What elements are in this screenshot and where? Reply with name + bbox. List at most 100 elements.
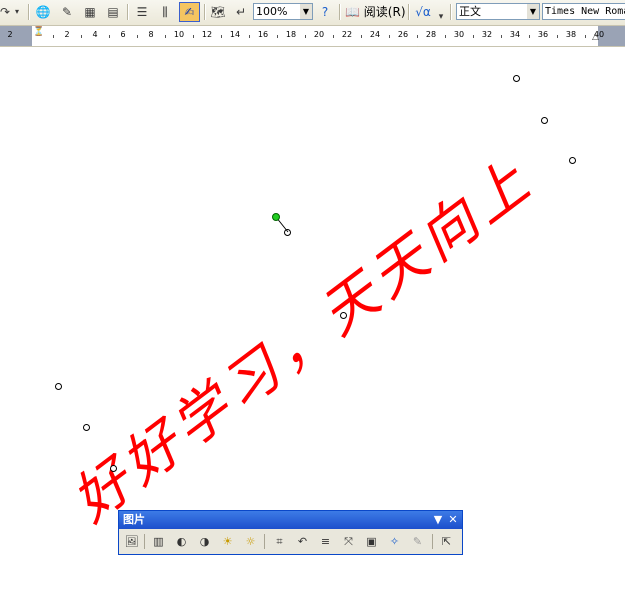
zoom-value: 100% — [256, 5, 288, 18]
horizontal-ruler[interactable]: 2 2 4 6 8 10 12 14 16 18 20 22 24 26 28 30 32 34 36 38 40 ⏳ … — [0, 26, 625, 47]
ruler-tick — [137, 35, 138, 38]
separator — [408, 4, 410, 20]
read-button[interactable]: 📖 阅读(R) — [345, 3, 406, 21]
insert-table-icon[interactable]: ▦ — [81, 3, 99, 21]
ruler-tick — [165, 35, 166, 38]
ruler-label: 10 — [173, 30, 185, 39]
ruler-tick — [193, 35, 194, 38]
ruler-tick — [221, 35, 222, 38]
separator — [204, 4, 206, 20]
help-icon[interactable]: ? — [316, 3, 334, 21]
ruler-tick — [585, 35, 586, 38]
separator — [127, 4, 129, 20]
font-combo[interactable]: Times New Roman — [542, 3, 625, 20]
rotate-left-icon[interactable]: ↶ — [294, 533, 311, 550]
ruler-tick — [501, 35, 502, 38]
color-icon[interactable]: ▥ — [150, 533, 167, 550]
toolbar-options-icon[interactable]: ▾ — [436, 8, 446, 26]
resize-handle[interactable] — [83, 424, 90, 431]
insert-picture-icon[interactable]: 🖼 — [123, 533, 140, 550]
style-value: 正文 — [459, 5, 481, 18]
ruler-tick — [473, 35, 474, 38]
ruler-tick — [389, 35, 390, 38]
ruler-label: 26 — [397, 30, 409, 39]
ruler-tick — [417, 35, 418, 38]
ruler-label: 34 — [509, 30, 521, 39]
chevron-down-icon[interactable]: ▼ — [300, 4, 312, 19]
resize-handle[interactable] — [340, 312, 347, 319]
ruler-label: 4 — [92, 30, 98, 39]
hyperlink-icon[interactable]: 🌐 — [34, 3, 52, 21]
reset-picture-icon[interactable]: ⇱ — [438, 533, 455, 550]
ruler-label: 30 — [453, 30, 465, 39]
line-style-icon[interactable]: ≡ — [317, 533, 334, 550]
set-transparent-color-icon[interactable]: ✎ — [409, 533, 426, 550]
separator — [264, 534, 265, 549]
format-picture-icon[interactable]: ✧ — [386, 533, 403, 550]
picture-toolbar: 图片 ▼ ✕ 🖼 ▥ ◐ ◑ ☀ ☼ ⌗ ↶ ≡ ⤧ ▣ ✧ ✎ ⇱ — [118, 510, 463, 555]
ruler-label: 8 — [148, 30, 154, 39]
ruler-label: 38 — [565, 30, 577, 39]
drawing-toggle-icon[interactable]: ✍ — [179, 2, 200, 22]
ruler-tick — [333, 35, 334, 38]
chevron-down-icon[interactable]: ▼ — [431, 511, 445, 529]
insert-excel-icon[interactable]: ▤ — [104, 3, 122, 21]
dropdown-arrow-icon[interactable]: ▾ — [12, 3, 22, 21]
ruler-label: 32 — [481, 30, 493, 39]
picture-toolbar-titlebar[interactable]: 图片 ▼ ✕ — [119, 511, 462, 529]
wordart-text[interactable]: 好好学习，天天向上 — [53, 137, 547, 538]
ruler-tick — [249, 35, 250, 38]
more-brightness-icon[interactable]: ☀ — [219, 533, 236, 550]
right-indent-icon[interactable]: △ — [592, 32, 599, 42]
ruler-label: 20 — [313, 30, 325, 39]
resize-handle[interactable] — [110, 465, 117, 472]
ruler-tick — [529, 35, 530, 38]
close-icon[interactable]: ✕ — [446, 511, 460, 529]
resize-handle[interactable] — [569, 157, 576, 164]
rotate-handle[interactable] — [272, 213, 280, 221]
resize-handle[interactable] — [541, 117, 548, 124]
separator — [144, 534, 145, 549]
style-combo[interactable]: 正文 ▼ — [456, 3, 540, 20]
resize-handle[interactable] — [55, 383, 62, 390]
ruler-tick — [557, 35, 558, 38]
less-brightness-icon[interactable]: ☼ — [242, 533, 259, 550]
show-hide-icon[interactable]: ↵ — [232, 3, 250, 21]
chevron-down-icon[interactable]: ▼ — [527, 4, 539, 19]
equation-icon[interactable]: √α — [412, 3, 434, 21]
zoom-combo[interactable]: 100% ▼ — [253, 3, 313, 20]
separator — [432, 534, 433, 549]
less-contrast-icon[interactable]: ◑ — [196, 533, 213, 550]
ruler-tick — [445, 35, 446, 38]
compress-pictures-icon[interactable]: ⤧ — [340, 533, 357, 550]
columns-icon[interactable]: ☰ — [133, 3, 151, 21]
font-value: Times New Roman — [545, 6, 625, 17]
crop-icon[interactable]: ⌗ — [271, 533, 288, 550]
ruler-tick — [53, 35, 54, 38]
read-icon: 📖 — [345, 5, 360, 19]
tables-borders-icon[interactable]: ✎ — [58, 3, 76, 21]
ruler-margin-left — [0, 26, 32, 46]
read-shortcut: (R) — [387, 5, 406, 19]
ruler-label: 36 — [537, 30, 549, 39]
separator — [28, 4, 30, 20]
resize-handle[interactable] — [513, 75, 520, 82]
ruler-label: 2 — [64, 30, 70, 39]
ruler-label: 28 — [425, 30, 437, 39]
ruler-tick — [109, 35, 110, 38]
standard-toolbar: ↷ ▾ 🌐 ✎ ▦ ▤ ☰ ⫼ ✍ 🗺 ↵ 100% ▼ ? 📖 阅读(R) √… — [0, 0, 625, 26]
document-map-icon[interactable]: 🗺 — [209, 3, 227, 21]
ruler-label: 24 — [369, 30, 381, 39]
first-line-indent-icon[interactable]: ⏳ — [33, 27, 44, 37]
drawing-icon[interactable]: ⫼ — [156, 3, 174, 21]
ruler-label: 18 — [285, 30, 297, 39]
more-contrast-icon[interactable]: ◐ — [173, 533, 190, 550]
separator — [339, 4, 341, 20]
undo-icon[interactable]: ↷ — [0, 3, 10, 21]
ruler-label: 16 — [257, 30, 269, 39]
ruler-label: 22 — [341, 30, 353, 39]
ruler-label: 14 — [229, 30, 241, 39]
read-label: 阅读 — [363, 5, 388, 19]
ruler-tick — [81, 35, 82, 38]
text-wrapping-icon[interactable]: ▣ — [363, 533, 380, 550]
